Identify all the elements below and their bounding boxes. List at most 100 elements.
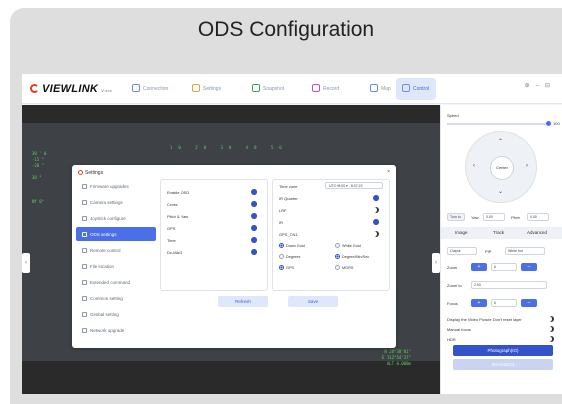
pitch-yaw-toggle[interactable] bbox=[249, 213, 259, 219]
setting-row: Pitch & Yaw bbox=[161, 210, 267, 222]
speed-slider[interactable] bbox=[447, 121, 551, 126]
gear-icon bbox=[82, 296, 87, 301]
ir-quarter-toggle[interactable] bbox=[371, 195, 381, 201]
radio-white-guid[interactable]: White Guid bbox=[335, 243, 361, 248]
lrf-toggle[interactable] bbox=[371, 207, 381, 213]
sidebar-item-firmware[interactable]: Firmware upgrades bbox=[76, 179, 156, 193]
pip-label: PIP bbox=[485, 249, 492, 254]
enable-osd-toggle[interactable] bbox=[249, 189, 259, 195]
top-bar: VIEWLINK V.xxx Connection Settings Snapsh… bbox=[22, 74, 562, 104]
dc-mag-toggle[interactable] bbox=[249, 249, 259, 255]
ir-toggle[interactable] bbox=[371, 219, 381, 225]
window-controls[interactable]: ⊕–⊟ bbox=[525, 82, 556, 89]
pan-left-icon[interactable]: ‹ bbox=[473, 163, 475, 169]
pan-right-icon[interactable]: › bbox=[526, 163, 528, 169]
hdr-toggle[interactable] bbox=[546, 336, 556, 342]
manual-focus-toggle[interactable] bbox=[546, 326, 556, 332]
photograph-button[interactable]: Photograph(IO) bbox=[453, 345, 553, 356]
radio-gps[interactable]: GPS bbox=[279, 265, 294, 270]
sidebar-item-network[interactable]: Network upgrade bbox=[76, 323, 156, 337]
osd-options-panel: Time zone UTC+8:00 ▾ - 8:07:22 IR Quarter… bbox=[272, 179, 390, 291]
record-icon bbox=[312, 84, 320, 92]
zoom-to-input[interactable]: 2.00 bbox=[471, 281, 547, 289]
manual-focus-label: Manual focus bbox=[447, 327, 471, 332]
sidebar-item-remote[interactable]: Remote control bbox=[76, 243, 156, 257]
zoom-to-label: Zoom to bbox=[447, 283, 462, 288]
radio-degree-min-sec[interactable]: Degree/Min/Sec bbox=[335, 254, 369, 259]
gps-cn1-toggle[interactable] bbox=[371, 231, 381, 237]
pitch-input[interactable]: 0.00 bbox=[527, 213, 549, 221]
zoom-out-button[interactable]: – bbox=[521, 263, 537, 271]
settings-icon bbox=[78, 170, 83, 175]
collapse-right-button[interactable]: › bbox=[432, 253, 440, 273]
dialog-title: Settings bbox=[78, 170, 103, 176]
focus-out-button[interactable]: – bbox=[521, 299, 537, 307]
zoom-in-button[interactable]: + bbox=[471, 263, 487, 271]
sidebar-item-gimbal[interactable]: Gimbal setting bbox=[76, 307, 156, 321]
upload-icon bbox=[82, 184, 87, 189]
yaw-input[interactable]: 0.00 bbox=[483, 213, 505, 221]
sidebar-item-common[interactable]: Common setting bbox=[76, 291, 156, 305]
zoom-value[interactable]: 6 bbox=[491, 263, 517, 271]
display-reset-label: Display the Video Picture Don't reset la… bbox=[447, 317, 522, 322]
radio-degrees[interactable]: Degrees bbox=[279, 254, 300, 259]
time-zone-select[interactable]: UTC+8:00 ▾ - 8:07:22 bbox=[325, 182, 383, 189]
settings-dialog: Settings × Firmware upgrades Camera sett… bbox=[72, 165, 396, 348]
setting-row: LRF bbox=[273, 204, 389, 216]
osd-toggle-panel: Enable OSD Cross Pitch & Yaw GPS Time Dc… bbox=[160, 179, 268, 291]
center-button[interactable]: Center bbox=[490, 156, 514, 180]
tab-control[interactable]: Control bbox=[396, 78, 436, 100]
close-icon[interactable]: × bbox=[387, 169, 390, 175]
sidebar-item-file-location[interactable]: File location bbox=[76, 259, 156, 273]
gimbal-icon bbox=[82, 312, 87, 317]
sidebar-item-extended[interactable]: Extended command bbox=[76, 275, 156, 289]
radio-mgrs[interactable]: MGRS bbox=[335, 265, 353, 270]
output-select[interactable]: Output bbox=[447, 247, 477, 255]
time-toggle[interactable] bbox=[249, 237, 259, 243]
record-button[interactable]: Record(IO) bbox=[453, 359, 553, 370]
speed-label: Speed bbox=[447, 113, 459, 118]
setting-row: IR Quarter bbox=[273, 192, 389, 204]
turn-to-button[interactable]: Turn to bbox=[447, 213, 465, 221]
setting-row: Enable OSD bbox=[161, 186, 267, 198]
tab-settings[interactable]: Settings bbox=[192, 84, 221, 92]
pan-down-icon[interactable]: ⌄ bbox=[498, 188, 503, 195]
setting-row: Cross bbox=[161, 198, 267, 210]
gps-toggle[interactable] bbox=[249, 225, 259, 231]
pan-up-icon[interactable]: ⌃ bbox=[498, 138, 503, 145]
display-reset-toggle[interactable] bbox=[546, 316, 556, 322]
sidebar-item-joystick[interactable]: Joystick configure bbox=[76, 211, 156, 225]
focus-value[interactable]: 6 bbox=[491, 299, 517, 307]
control-icon bbox=[402, 84, 410, 92]
tab-map[interactable]: Map bbox=[370, 84, 391, 92]
link-icon bbox=[132, 84, 140, 92]
sidebar-item-camera[interactable]: Camera settings bbox=[76, 195, 156, 209]
app-logo: VIEWLINK V.xxx bbox=[30, 83, 112, 95]
tab-snapshot[interactable]: Snapshot bbox=[252, 84, 284, 92]
sliders-icon bbox=[82, 232, 87, 237]
camera-icon bbox=[82, 200, 87, 205]
save-button[interactable]: Save bbox=[288, 296, 338, 307]
collapse-left-button[interactable]: ‹ bbox=[22, 253, 30, 273]
sidebar-item-ods[interactable]: ODS settings bbox=[76, 227, 156, 241]
settings-sidebar: Firmware upgrades Camera settings Joysti… bbox=[76, 179, 156, 344]
setting-row: IR bbox=[273, 216, 389, 228]
palette-select[interactable]: White hot bbox=[505, 247, 545, 255]
focus-in-button[interactable]: + bbox=[471, 299, 487, 307]
tab-advanced[interactable]: Advanced bbox=[527, 230, 547, 235]
control-panel: Speed 100 ⌃ ⌄ ‹ › Center Turn to Yaw 0.0… bbox=[440, 105, 562, 394]
radio-down-guid[interactable]: Down Guid bbox=[279, 243, 305, 248]
refresh-button[interactable]: Refresh bbox=[218, 296, 268, 307]
zoom-label: Zoom bbox=[447, 265, 458, 270]
hdr-label: HDR bbox=[447, 337, 456, 342]
tab-connection[interactable]: Connection bbox=[132, 84, 168, 92]
tab-record[interactable]: Record bbox=[312, 84, 339, 92]
cross-toggle[interactable] bbox=[249, 201, 259, 207]
logo-icon bbox=[30, 84, 39, 93]
tab-track[interactable]: Track bbox=[493, 230, 504, 235]
focus-label: Focus bbox=[447, 301, 458, 306]
osd-left-scale: 30 ' 0 -15 ° -20 ° 30 ° Nf 0° bbox=[32, 151, 47, 204]
folder-icon bbox=[82, 264, 87, 269]
tab-image[interactable]: Image bbox=[455, 230, 468, 235]
control-tabs: Image Track Advanced bbox=[441, 227, 562, 239]
